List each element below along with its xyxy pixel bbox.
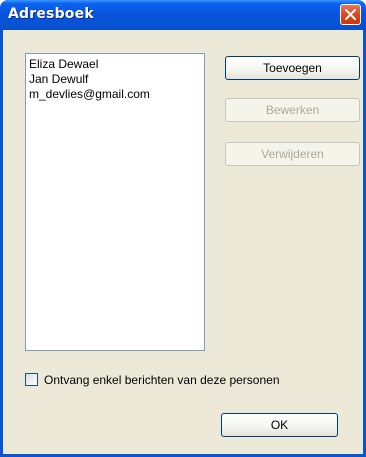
ok-button-label: OK [270, 418, 289, 432]
dialog-client-area: Eliza Dewael Jan Dewulf m_devlies@gmail.… [3, 30, 363, 454]
list-item[interactable]: Jan Dewulf [29, 72, 201, 87]
title-bar[interactable]: Adresboek [0, 0, 366, 30]
window-title: Adresboek [8, 6, 94, 22]
close-button[interactable] [340, 4, 361, 25]
ok-button[interactable]: OK [221, 413, 338, 437]
list-item[interactable]: m_devlies@gmail.com [29, 87, 201, 102]
close-icon [345, 9, 356, 20]
list-item[interactable]: Eliza Dewael [29, 57, 201, 72]
add-button[interactable]: Toevoegen [225, 56, 360, 80]
delete-button[interactable]: Verwijderen [225, 142, 360, 166]
edit-button[interactable]: Bewerken [225, 98, 360, 122]
addressbook-dialog: Adresboek Eliza Dewael Jan Dewulf m_devl… [0, 0, 366, 457]
filter-checkbox[interactable] [25, 373, 38, 386]
address-list[interactable]: Eliza Dewael Jan Dewulf m_devlies@gmail.… [25, 53, 205, 351]
filter-checkbox-label[interactable]: Ontvang enkel berichten van deze persone… [44, 372, 280, 388]
